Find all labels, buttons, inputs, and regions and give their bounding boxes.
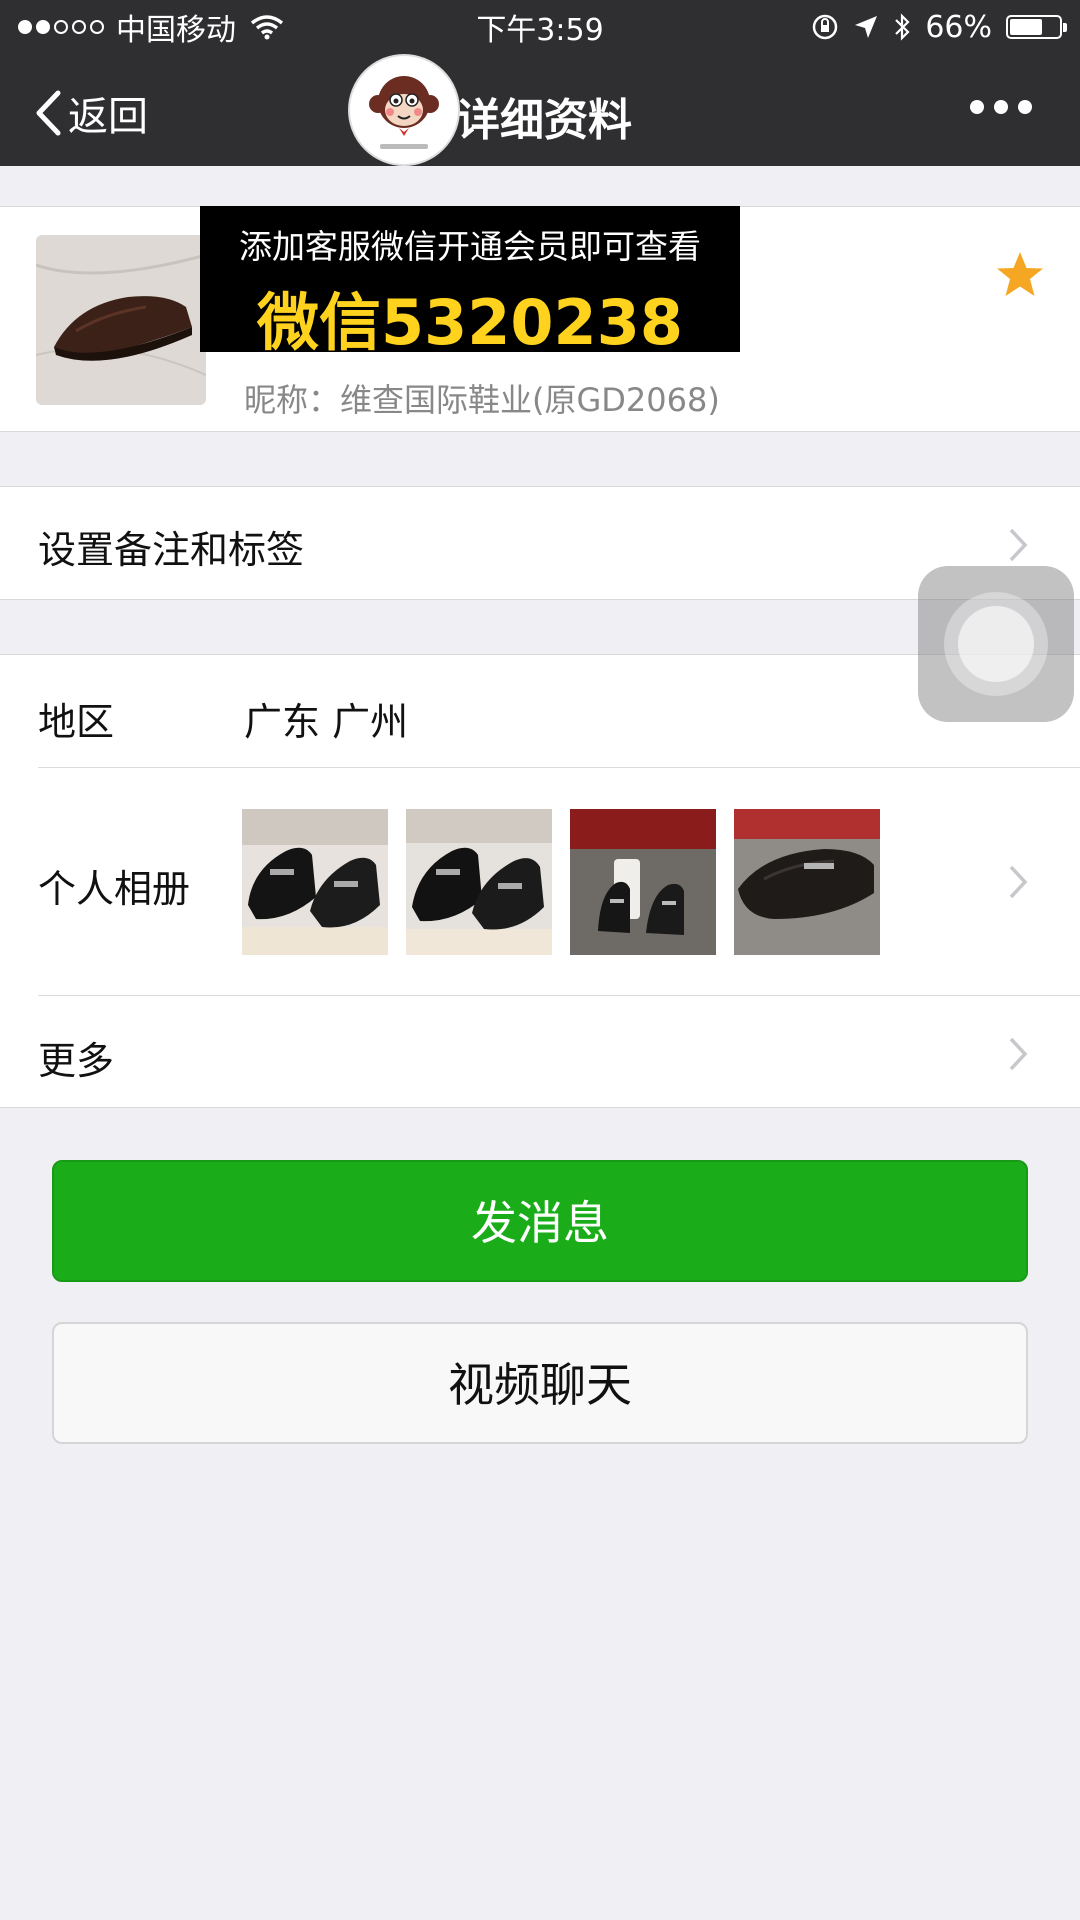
orientation-lock-icon: [813, 14, 838, 40]
avatar[interactable]: [36, 235, 206, 405]
album-photo[interactable]: [242, 809, 388, 955]
dot-icon: [994, 100, 1008, 114]
status-right: 66%: [811, 9, 1067, 45]
album-photo[interactable]: [570, 809, 716, 955]
video-chat-button[interactable]: 视频聊天: [52, 1322, 1028, 1444]
dot-icon: [1018, 100, 1032, 114]
region-label: 地区: [38, 700, 115, 744]
assistive-touch-button[interactable]: [918, 566, 1074, 722]
more-row[interactable]: 更多: [0, 996, 1080, 1109]
more-options-button[interactable]: [970, 100, 1032, 114]
album-photos[interactable]: [242, 809, 880, 955]
more-label: 更多: [38, 1039, 115, 1083]
banner-wechat-id: 微信5320238: [257, 286, 683, 359]
chevron-right-icon: [1009, 1037, 1028, 1071]
chevron-right-icon: [1009, 865, 1028, 899]
battery-percent: 66%: [925, 9, 992, 45]
dot-icon: [970, 100, 984, 114]
info-list: 地区 广东 广州 个人相册 更多: [0, 654, 1080, 1108]
back-button[interactable]: 返回: [34, 84, 148, 142]
status-bar: 中国移动 下午3:59 66%: [0, 0, 1080, 54]
back-label: 返回: [68, 94, 148, 140]
battery-icon: [1006, 15, 1067, 39]
album-photo[interactable]: [734, 809, 880, 955]
status-left: 中国移动: [18, 5, 284, 49]
nav-bar: 返回 详细资料: [0, 54, 1080, 166]
remark-row[interactable]: 设置备注和标签: [0, 486, 1080, 600]
chevron-right-icon: [1009, 528, 1028, 562]
location-icon: [855, 16, 878, 38]
send-message-button[interactable]: 发消息: [52, 1160, 1028, 1282]
monkey-logo: [348, 54, 460, 166]
bluetooth-icon: [895, 13, 910, 41]
signal-icon: [18, 20, 104, 34]
ad-banner: 添加客服微信开通会员即可查看 微信5320238: [200, 206, 740, 359]
region-value: 广东 广州: [244, 700, 409, 744]
album-photo[interactable]: [406, 809, 552, 955]
nickname: 昵称：维查国际鞋业(原GD2068): [244, 381, 720, 419]
chevron-left-icon: [36, 90, 61, 136]
wifi-icon: [250, 15, 284, 40]
banner-text: 添加客服微信开通会员即可查看: [239, 227, 701, 266]
carrier-label: 中国移动: [116, 13, 236, 48]
page-title: 详细资料: [456, 95, 632, 146]
album-label: 个人相册: [38, 867, 191, 911]
remark-label: 设置备注和标签: [38, 528, 305, 572]
star-icon[interactable]: [994, 249, 1046, 301]
